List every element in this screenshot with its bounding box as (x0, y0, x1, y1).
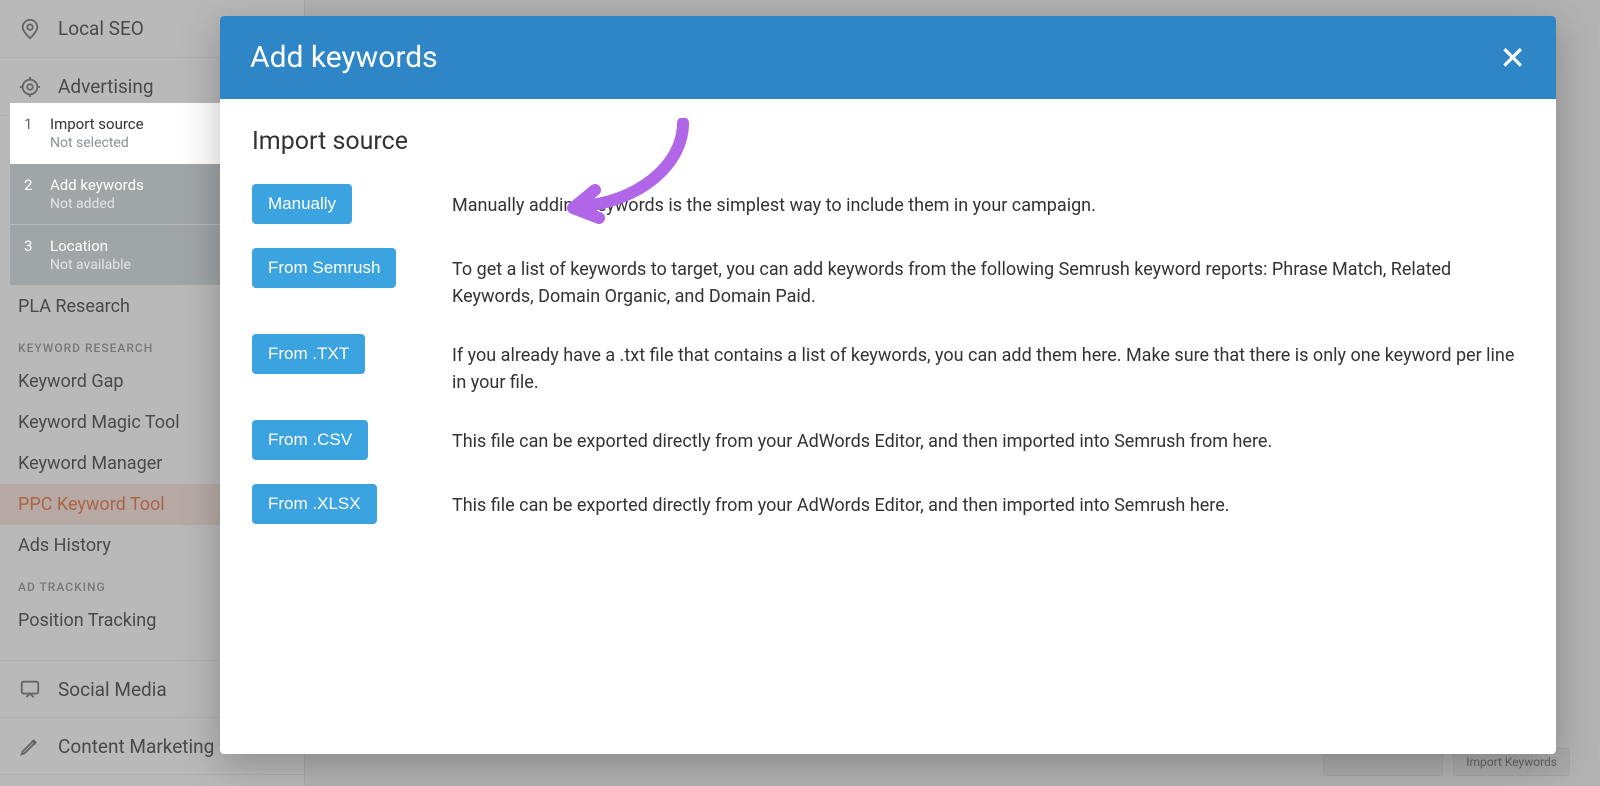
modal-header: Add keywords ✕ (220, 16, 1556, 99)
option-row-from-txt: From .TXT If you already have a .txt fil… (252, 334, 1524, 396)
wizard-step-title: Add keywords (50, 176, 144, 194)
wizard-step-number: 2 (24, 176, 38, 212)
wizard-step-title: Import source (50, 115, 144, 133)
section-heading: Import source (252, 127, 1524, 156)
wizard-step-number: 1 (24, 115, 38, 151)
option-row-from-semrush: From Semrush To get a list of keywords t… (252, 248, 1524, 310)
option-desc: To get a list of keywords to target, you… (452, 248, 1524, 310)
wizard-step-add-keywords[interactable]: 2 Add keywords Not added (10, 164, 220, 225)
option-row-from-xlsx: From .XLSX This file can be exported dir… (252, 484, 1524, 524)
wizard-step-import-source[interactable]: 1 Import source Not selected (10, 103, 220, 164)
from-semrush-button[interactable]: From Semrush (252, 248, 396, 288)
option-desc: If you already have a .txt file that con… (452, 334, 1524, 396)
option-row-from-csv: From .CSV This file can be exported dire… (252, 420, 1524, 460)
modal-body: Import source Manually Manually adding k… (220, 99, 1556, 552)
wizard-step-number: 3 (24, 237, 38, 273)
manually-button[interactable]: Manually (252, 184, 352, 224)
from-txt-button[interactable]: From .TXT (252, 334, 365, 374)
wizard-step-sub: Not selected (50, 135, 144, 151)
option-row-manually: Manually Manually adding keywords is the… (252, 184, 1524, 224)
wizard-step-title: Location (50, 237, 131, 255)
wizard-step-sub: Not added (50, 196, 144, 212)
option-desc: This file can be exported directly from … (452, 484, 1230, 519)
from-xlsx-button[interactable]: From .XLSX (252, 484, 377, 524)
wizard-step-sub: Not available (50, 257, 131, 273)
add-keywords-modal: Add keywords ✕ Import source Manually Ma… (220, 16, 1556, 754)
wizard-steps: 1 Import source Not selected 2 Add keywo… (10, 103, 220, 286)
close-icon[interactable]: ✕ (1499, 42, 1526, 74)
modal-title: Add keywords (250, 40, 438, 75)
wizard-step-location[interactable]: 3 Location Not available (10, 225, 220, 286)
import-source-options: Manually Manually adding keywords is the… (252, 184, 1524, 524)
option-desc: Manually adding keywords is the simplest… (452, 184, 1096, 219)
option-desc: This file can be exported directly from … (452, 420, 1272, 455)
from-csv-button[interactable]: From .CSV (252, 420, 368, 460)
